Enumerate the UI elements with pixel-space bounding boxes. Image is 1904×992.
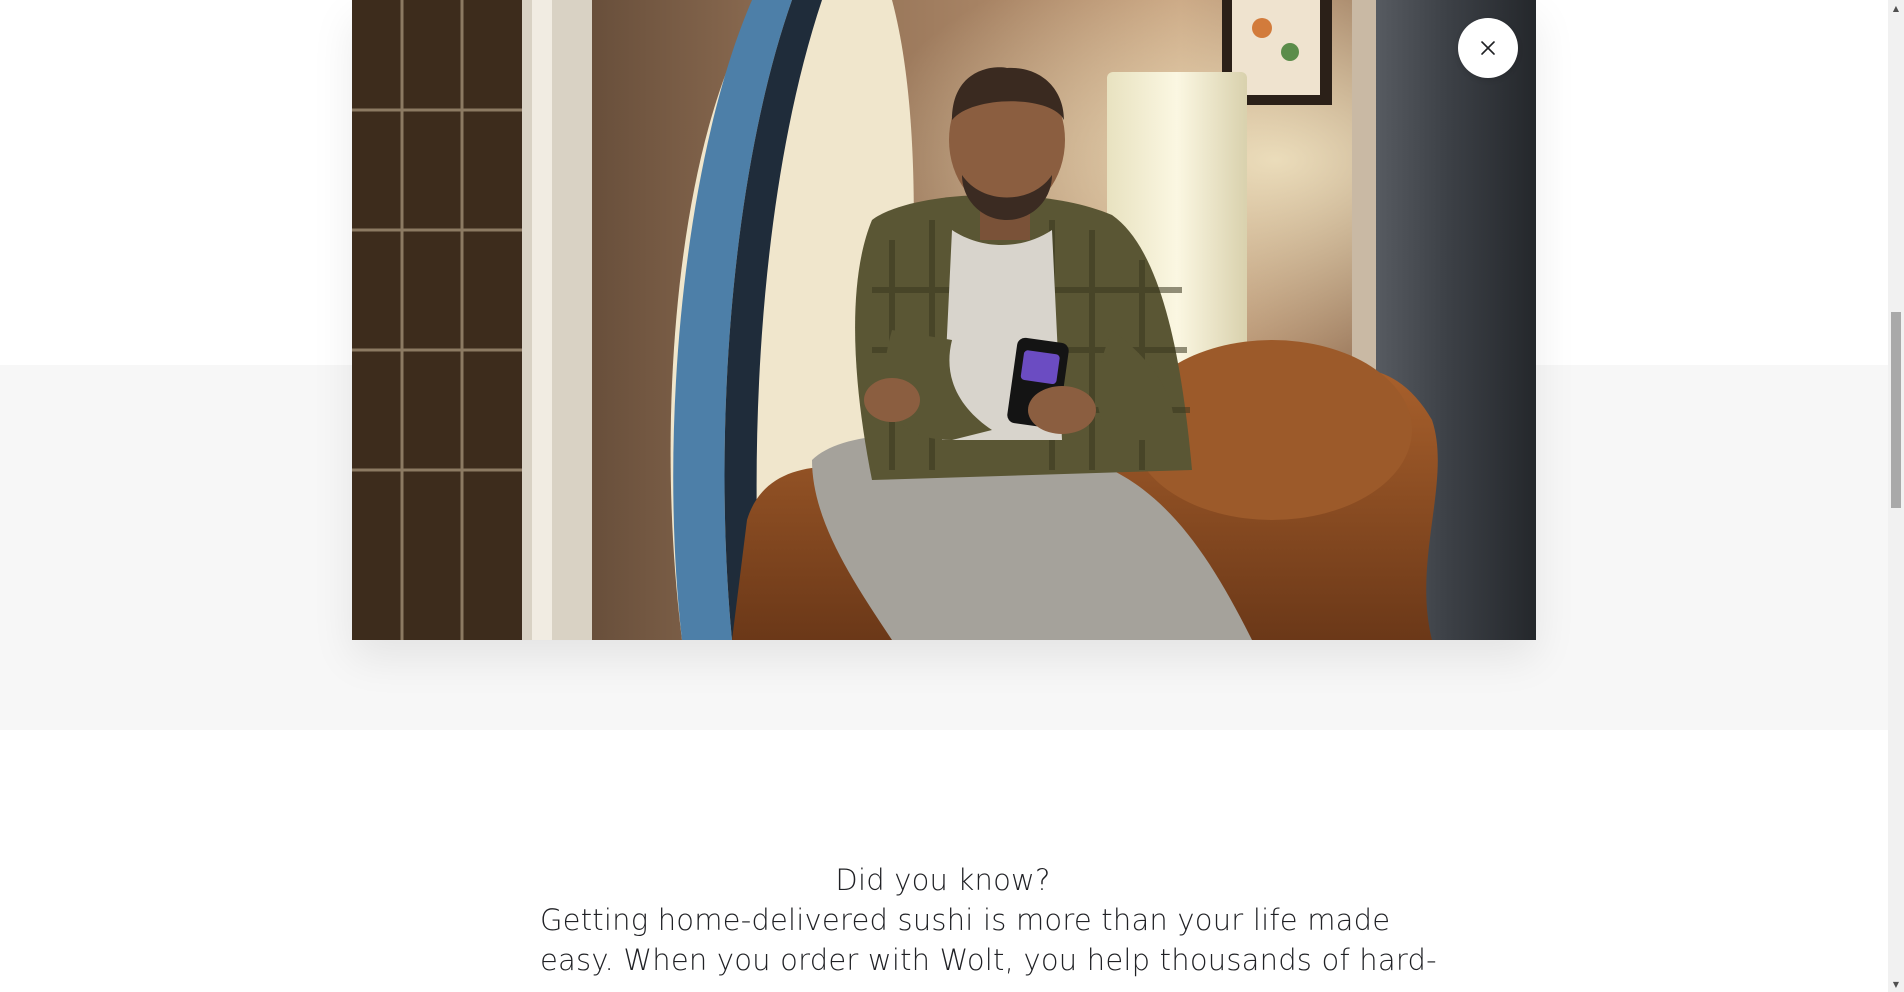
close-icon [1481,41,1495,55]
page: Did you know? Getting home-delivered sus… [0,0,1904,992]
scroll-up-arrow-icon[interactable]: ▲ [1888,0,1904,16]
did-you-know-line-1: Getting home-delivered sushi is more tha… [540,903,1391,937]
did-you-know-text: Did you know? Getting home-delivered sus… [540,860,1437,980]
scrollbar-thumb[interactable] [1891,312,1901,508]
did-you-know-line-2: easy. When you order with Wolt, you help… [540,943,1437,977]
video-player[interactable] [352,0,1536,640]
close-button[interactable] [1458,18,1518,78]
page-scrollbar[interactable]: ▲ ▼ [1888,0,1904,992]
did-you-know-heading: Did you know? [835,863,1051,897]
scroll-down-arrow-icon[interactable]: ▼ [1888,976,1904,992]
video-frame-illustration [352,0,1536,640]
